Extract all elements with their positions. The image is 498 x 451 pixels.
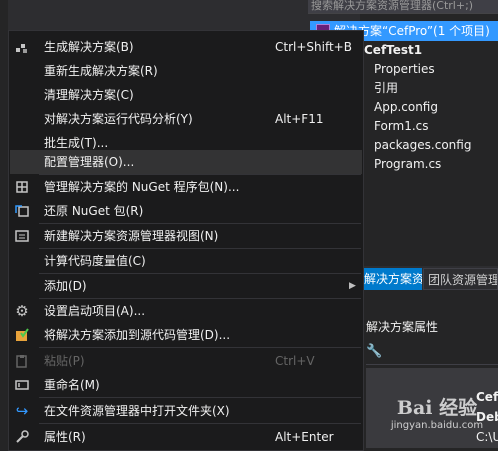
submenu-arrow-icon: ▶ <box>349 281 356 291</box>
tree-item-app-config[interactable]: App.config <box>374 98 438 117</box>
menu-item-manage-nuget[interactable]: 管理解决方案的 NuGet 程序包(N)... <box>10 175 362 199</box>
wrench-icon[interactable]: 🔧 <box>366 344 382 359</box>
menu-label: 设置启动项目(A)... <box>44 304 146 318</box>
tab-solution-explorer[interactable]: 解决方案资源管理器 <box>360 268 422 290</box>
menu-label: 计算代码度量值(C) <box>44 254 146 268</box>
menu-label: 新建解决方案资源管理器视图(N) <box>44 229 219 243</box>
menu-item-build-solution[interactable]: 生成解决方案(B) Ctrl+Shift+B <box>10 35 362 59</box>
nuget-package-icon <box>14 179 30 195</box>
menu-label: 属性(R) <box>44 430 86 444</box>
menu-separator <box>39 397 361 398</box>
menu-item-rename[interactable]: 重命名(M) <box>10 373 362 397</box>
menu-separator <box>39 347 361 348</box>
menu-item-open-in-file-explorer[interactable]: ↪ 在文件资源管理器中打开文件夹(X) <box>10 399 362 423</box>
paste-icon <box>14 353 30 369</box>
properties-title: 解决方案属性 <box>366 320 439 334</box>
menu-label: 粘贴(P) <box>44 354 85 368</box>
menu-label: 添加(D) <box>44 279 87 293</box>
gear-icon: ⚙ <box>15 302 29 320</box>
watermark-logo: Bai 经验 <box>396 397 478 419</box>
menu-item-calculate-code-metrics[interactable]: 计算代码度量值(C) <box>10 249 362 273</box>
restore-package-icon <box>14 203 30 219</box>
menu-item-run-code-analysis[interactable]: 对解决方案运行代码分析(Y) Alt+F11 <box>10 107 362 131</box>
menu-label: 对解决方案运行代码分析(Y) <box>44 112 193 126</box>
tree-item-form1[interactable]: Form1.cs <box>374 117 429 136</box>
menu-item-clean-solution[interactable]: 清理解决方案(C) <box>10 83 362 107</box>
menu-label: 配置管理器(O)... <box>44 155 135 169</box>
solution-context-menu: 生成解决方案(B) Ctrl+Shift+B 重新生成解决方案(R) 清理解决方… <box>8 30 364 451</box>
menu-item-add[interactable]: 添加(D) ▶ <box>10 274 362 298</box>
tree-item-references[interactable]: 引用 <box>374 79 398 98</box>
tree-item-packages-config[interactable]: packages.config <box>374 136 471 155</box>
menu-label: 管理解决方案的 NuGet 程序包(N)... <box>44 180 240 194</box>
menu-label: 将解决方案添加到源代码管理(D)... <box>44 328 231 342</box>
tree-project-node[interactable]: CefTest1 <box>364 41 422 60</box>
watermark: Bai 经验 jingyan.baidu.com <box>378 396 496 442</box>
open-folder-icon: ↪ <box>15 402 29 420</box>
menu-item-set-startup-projects[interactable]: ⚙ 设置启动项目(A)... <box>10 299 362 323</box>
menu-label: 在文件资源管理器中打开文件夹(X) <box>44 404 230 418</box>
menu-item-properties[interactable]: 属性(R) Alt+Enter <box>10 425 362 449</box>
menu-item-restore-nuget[interactable]: 还原 NuGet 包(R) <box>10 199 362 223</box>
menu-item-configuration-manager[interactable]: 配置管理器(O)... <box>10 150 362 174</box>
menu-shortcut: Ctrl+V <box>275 354 315 368</box>
watermark-url: jingyan.baidu.com <box>390 420 484 431</box>
menu-item-new-explorer-view[interactable]: 新建解决方案资源管理器视图(N) <box>10 224 362 248</box>
solution-search-input[interactable]: 搜索解决方案资源管理器(Ctrl+;) <box>308 0 498 14</box>
menu-label: 重新生成解决方案(R) <box>44 64 158 78</box>
menu-item-add-to-source-control[interactable]: 将解决方案添加到源代码管理(D)... <box>10 323 362 347</box>
menu-label: 清理解决方案(C) <box>44 88 134 102</box>
menu-label: 生成解决方案(B) <box>44 40 134 54</box>
menu-shortcut: Alt+F11 <box>275 112 324 126</box>
menu-shortcut: Alt+Enter <box>275 430 334 444</box>
source-control-icon <box>14 327 30 343</box>
tree-item-properties[interactable]: Properties <box>374 60 435 79</box>
rename-icon <box>14 377 30 393</box>
properties-toolbar: 🔧 <box>366 344 498 365</box>
wrench-icon <box>14 429 30 445</box>
editor-edge <box>0 0 8 451</box>
menu-label: 还原 NuGet 包(R) <box>44 204 144 218</box>
menu-label: 重命名(M) <box>44 378 100 392</box>
tab-team-explorer[interactable]: 团队资源管理器 <box>423 268 498 290</box>
build-icon <box>14 39 30 55</box>
tree-item-program[interactable]: Program.cs <box>374 155 441 174</box>
menu-separator <box>39 423 361 424</box>
new-view-icon <box>14 228 30 244</box>
menu-item-rebuild-solution[interactable]: 重新生成解决方案(R) <box>10 59 362 83</box>
menu-item-paste[interactable]: 粘贴(P) Ctrl+V <box>10 349 362 373</box>
menu-shortcut: Ctrl+Shift+B <box>275 40 352 54</box>
